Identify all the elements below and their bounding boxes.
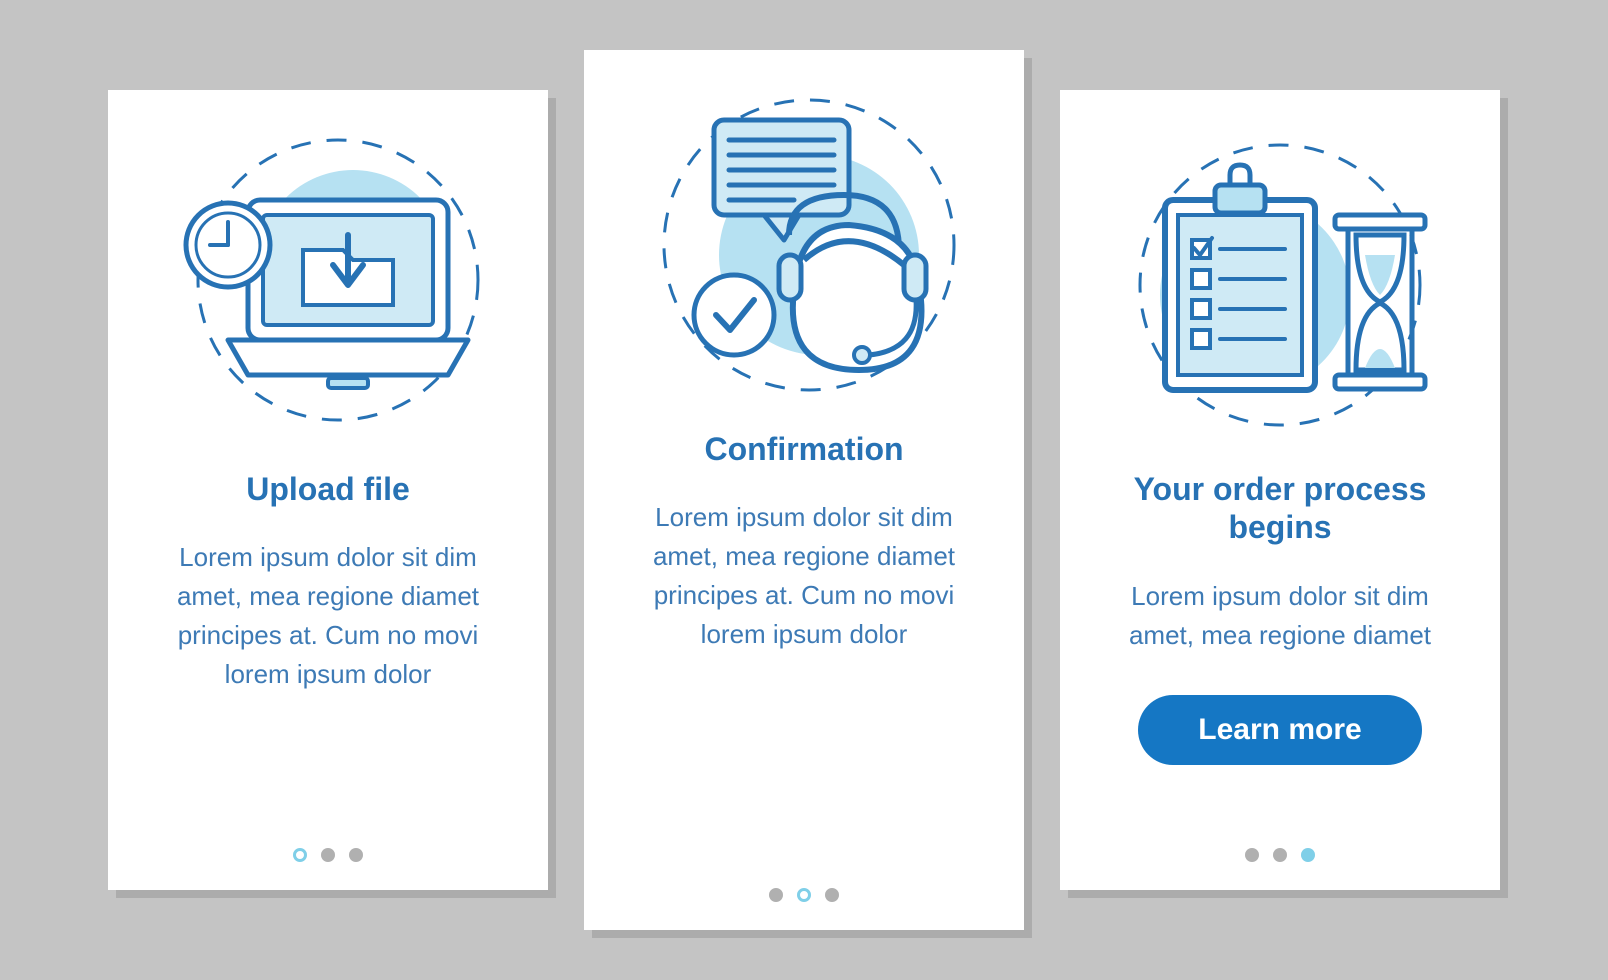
dot-3[interactable] xyxy=(349,848,363,862)
dot-2[interactable] xyxy=(797,888,811,902)
pagination-dots xyxy=(293,848,363,862)
card-title: Your order process begins xyxy=(1090,470,1470,547)
dot-3[interactable] xyxy=(1301,848,1315,862)
clipboard-hourglass-icon xyxy=(1110,130,1450,440)
onboarding-card-upload: Upload file Lorem ipsum dolor sit dim am… xyxy=(108,90,548,890)
onboarding-card-order-process: Your order process begins Lorem ipsum do… xyxy=(1060,90,1500,890)
dot-2[interactable] xyxy=(321,848,335,862)
support-agent-checkmark-icon xyxy=(634,90,974,400)
learn-more-button[interactable]: Learn more xyxy=(1138,695,1421,765)
dot-1[interactable] xyxy=(293,848,307,862)
card-title: Confirmation xyxy=(704,430,903,468)
dot-2[interactable] xyxy=(1273,848,1287,862)
card-description: Lorem ipsum dolor sit dim amet, mea regi… xyxy=(138,538,518,694)
onboarding-card-confirmation: Confirmation Lorem ipsum dolor sit dim a… xyxy=(584,50,1024,930)
card-description: Lorem ipsum dolor sit dim amet, mea regi… xyxy=(1090,577,1470,655)
dot-1[interactable] xyxy=(769,888,783,902)
pagination-dots xyxy=(769,888,839,902)
laptop-upload-clock-icon xyxy=(158,130,498,440)
dot-3[interactable] xyxy=(825,888,839,902)
pagination-dots xyxy=(1245,848,1315,862)
card-title: Upload file xyxy=(246,470,410,508)
card-description: Lorem ipsum dolor sit dim amet, mea regi… xyxy=(614,498,994,654)
dot-1[interactable] xyxy=(1245,848,1259,862)
